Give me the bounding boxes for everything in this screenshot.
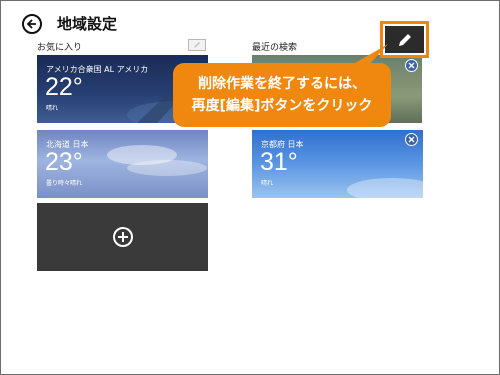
page-title: 地域設定 (57, 15, 118, 33)
instruction-callout: 削除作業を終了するには、 再度[編集]ボタンをクリック (173, 63, 391, 127)
favorites-section-title: お気に入り (37, 43, 83, 53)
close-icon (408, 136, 415, 143)
callout-line-1: 削除作業を終了するには、 (198, 76, 366, 92)
back-button[interactable] (22, 14, 42, 34)
recent-section-title: 最近の検索 (252, 43, 298, 53)
tile-condition: 晴れ (46, 105, 59, 112)
add-location-tile[interactable] (37, 203, 208, 271)
favorites-edit-indicator (188, 39, 206, 51)
tile-temperature: 23° (45, 148, 83, 176)
tile-condition: 晴れ (261, 180, 274, 187)
pencil-icon (194, 42, 200, 48)
edit-button[interactable] (385, 26, 424, 53)
close-icon (408, 62, 415, 69)
remove-tile-button[interactable] (405, 133, 418, 146)
weather-tile-hokkaido[interactable]: 北海道 日本 23° 曇り時々晴れ (37, 130, 208, 198)
tile-temperature: 22° (45, 73, 83, 101)
callout-line-2: 再度[編集]ボタンをクリック (191, 98, 373, 114)
back-arrow-icon (26, 19, 36, 29)
tile-condition: 曇り時々晴れ (46, 180, 83, 187)
tile-temperature: 31° (260, 148, 298, 176)
pencil-icon (398, 33, 411, 46)
remove-tile-button[interactable] (405, 59, 418, 72)
add-icon (113, 227, 133, 247)
weather-tile-kyoto[interactable]: 京都府 日本 31° 晴れ (252, 130, 423, 198)
